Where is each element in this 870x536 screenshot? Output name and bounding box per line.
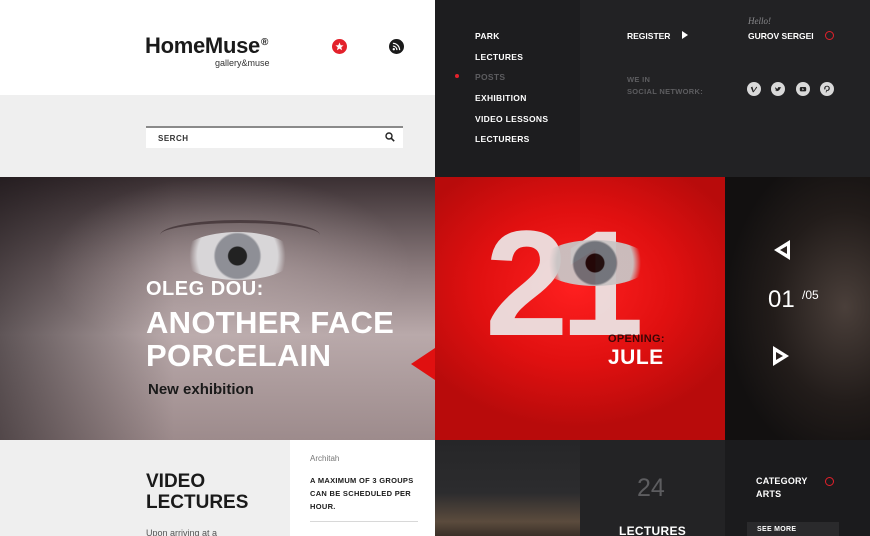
video-title-line1: VIDEO bbox=[146, 471, 206, 492]
hero-month: JULE bbox=[608, 346, 664, 369]
social-label: WE IN SOCIAL NETWORK: bbox=[627, 74, 703, 98]
pinterest-button[interactable] bbox=[820, 82, 834, 96]
slide-current: 01 bbox=[768, 286, 795, 313]
gallery-photo[interactable] bbox=[435, 440, 580, 536]
nav-item-exhibition[interactable]: EXHIBITION bbox=[475, 93, 527, 103]
hero-title-line1[interactable]: ANOTHER FACE bbox=[146, 306, 394, 339]
search-input[interactable]: SERCH bbox=[146, 126, 403, 148]
card-author: Architah bbox=[310, 454, 340, 463]
search-placeholder: SERCH bbox=[158, 133, 189, 143]
pinterest-icon bbox=[824, 85, 830, 93]
lectures-label: LECTURES bbox=[619, 524, 687, 536]
nav-item-park[interactable]: PARK bbox=[475, 31, 500, 41]
youtube-icon bbox=[799, 87, 807, 92]
logo-registered-mark: ® bbox=[260, 37, 269, 48]
prev-arrow-icon bbox=[780, 246, 787, 254]
hero-opening-label: OPENING: bbox=[608, 333, 665, 345]
card-divider bbox=[310, 521, 418, 522]
video-title-line2: LECTURES bbox=[146, 492, 249, 513]
category-line1: CATEGORY bbox=[756, 476, 808, 486]
nav-item-video-lessons[interactable]: VIDEO LESSONS bbox=[475, 114, 548, 124]
favorites-button[interactable] bbox=[332, 39, 347, 54]
hero-artist: OLEG DOU: bbox=[146, 278, 264, 300]
nav-item-lecturers[interactable]: LECTURERS bbox=[475, 134, 530, 144]
see-more-button[interactable]: SEE MORE bbox=[747, 522, 839, 536]
greeting: Hello! bbox=[748, 16, 771, 26]
logo-text: HomeMuse bbox=[145, 33, 260, 58]
play-arrow-icon bbox=[682, 31, 688, 39]
nav-item-posts[interactable]: POSTS bbox=[475, 72, 505, 82]
hero-title-line2[interactable]: PORCELAIN bbox=[146, 339, 331, 372]
youtube-button[interactable] bbox=[796, 82, 810, 96]
social-label-line2: SOCIAL NETWORK: bbox=[627, 87, 704, 96]
video-teaser: Upon arriving at a bbox=[146, 528, 218, 536]
user-name[interactable]: GUROV SERGEI bbox=[748, 31, 814, 41]
vimeo-button[interactable] bbox=[747, 82, 761, 96]
video-lectures-title[interactable]: VIDEO LECTURES bbox=[146, 471, 248, 513]
logo[interactable]: HomeMuse® bbox=[145, 33, 268, 59]
category-status-icon[interactable] bbox=[825, 477, 834, 486]
hero-slider-panel bbox=[725, 177, 870, 440]
vimeo-icon bbox=[750, 86, 758, 93]
category-label: CATEGORY ARTS bbox=[756, 475, 808, 501]
category-line2: ARTS bbox=[756, 489, 782, 499]
twitter-button[interactable] bbox=[771, 82, 785, 96]
page: HomeMuse® gallery&muse SERCH PARK LECTUR… bbox=[0, 0, 870, 536]
hero-pointer bbox=[411, 348, 435, 380]
lectures-count: 24 bbox=[637, 474, 665, 502]
social-label-line1: WE IN bbox=[627, 75, 651, 84]
card-text: A MAXIMUM OF 3 GROUPS CAN BE SCHEDULED P… bbox=[310, 476, 414, 511]
register-link[interactable]: REGISTER bbox=[627, 31, 670, 41]
user-status-icon[interactable] bbox=[825, 31, 834, 40]
search-icon[interactable] bbox=[385, 132, 395, 142]
hero-subtitle: New exhibition bbox=[148, 381, 254, 398]
logo-subtitle: gallery&muse bbox=[215, 58, 270, 68]
nav-item-lectures[interactable]: LECTURES bbox=[475, 52, 523, 62]
next-arrow-icon bbox=[776, 352, 783, 360]
hero-red-eye bbox=[540, 240, 650, 286]
nav-active-indicator bbox=[455, 74, 459, 78]
hero-eye bbox=[180, 232, 295, 280]
rss-button[interactable] bbox=[389, 39, 404, 54]
rss-icon bbox=[392, 42, 401, 51]
slide-total: /05 bbox=[802, 288, 819, 302]
star-icon bbox=[335, 42, 344, 51]
twitter-icon bbox=[774, 87, 782, 92]
